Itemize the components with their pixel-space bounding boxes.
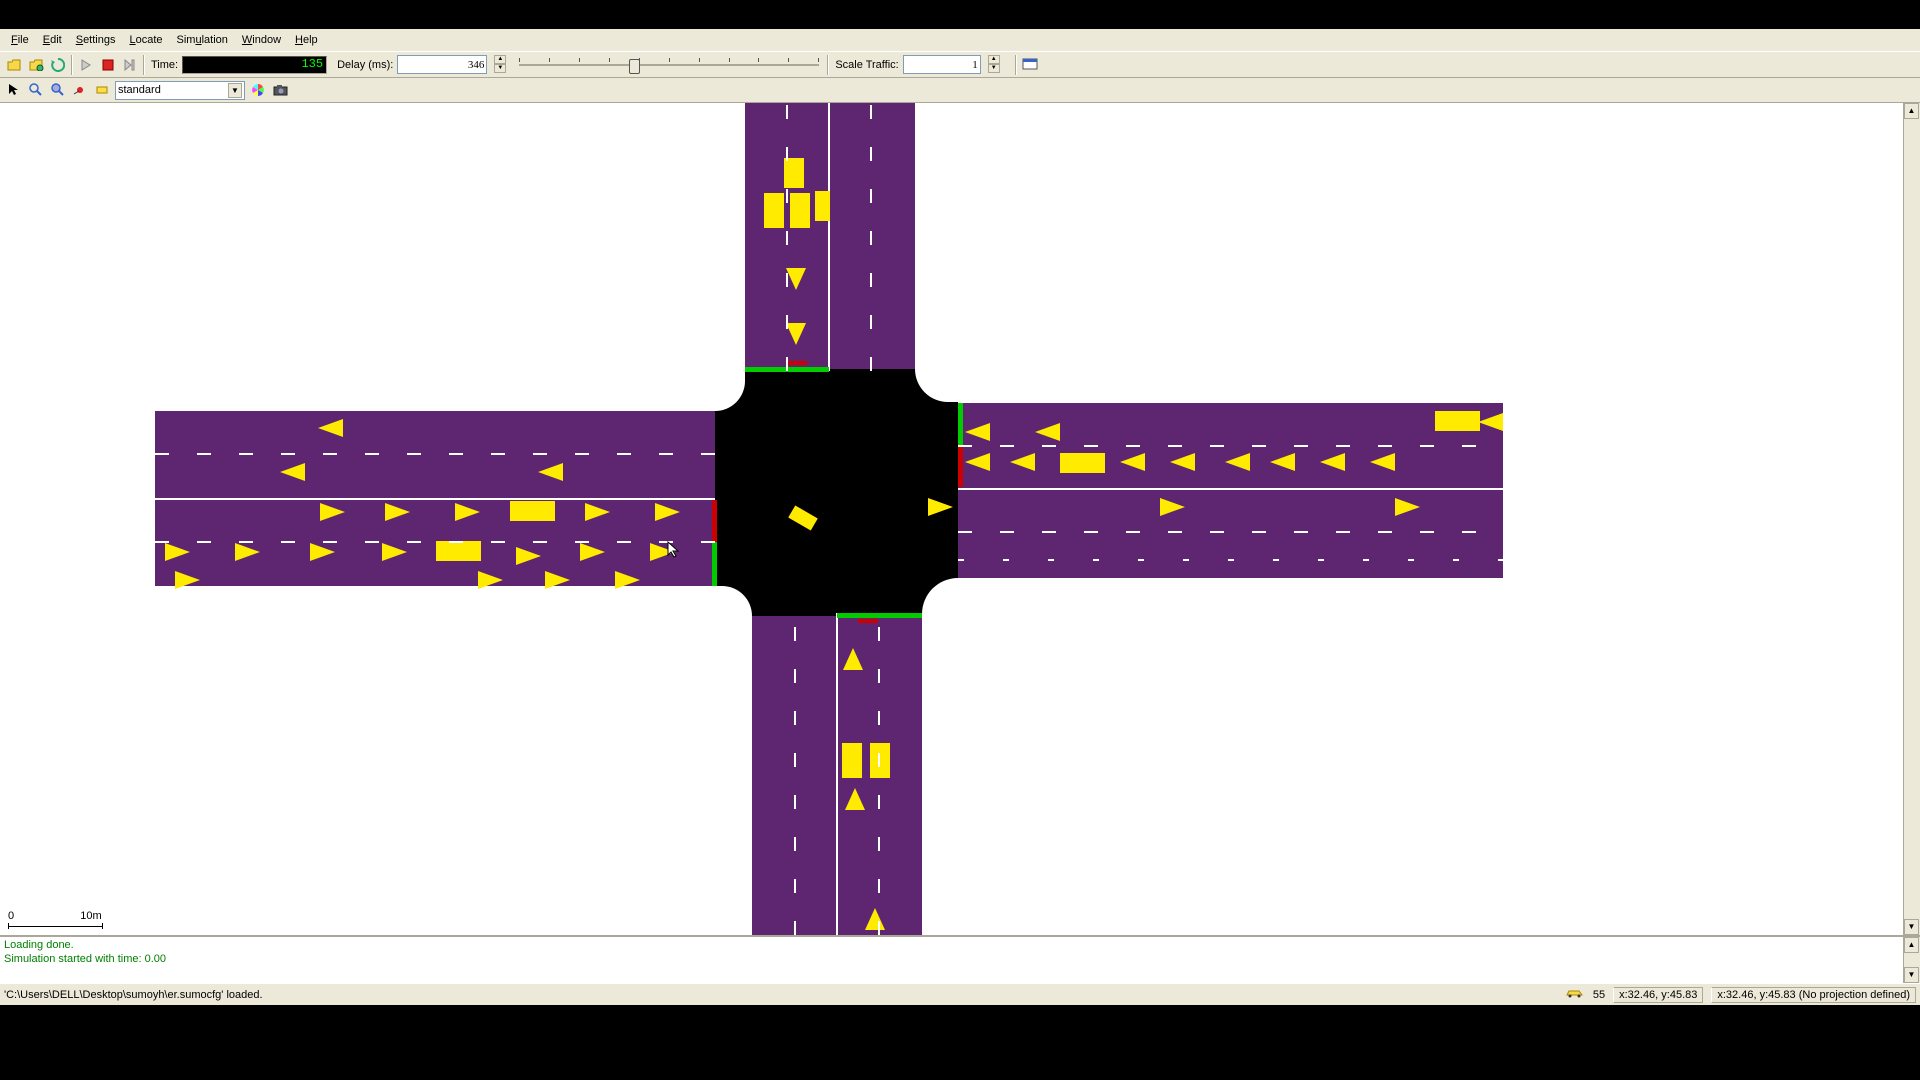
vehicle-icon	[1565, 988, 1585, 1001]
menu-help[interactable]: Help	[288, 32, 325, 48]
delay-label: Delay (ms):	[337, 59, 393, 71]
view-scheme-label: standard	[118, 84, 161, 96]
step-button[interactable]	[119, 54, 141, 76]
scale-up[interactable]: ▲	[988, 55, 1000, 64]
menu-window[interactable]: Window	[235, 32, 288, 48]
delay-down[interactable]: ▼	[494, 64, 506, 73]
time-display: 135	[182, 56, 327, 74]
vehicle-count: 55	[1593, 989, 1605, 1001]
scale-traffic-label: Scale Traffic:	[835, 59, 898, 71]
reload-button[interactable]	[47, 54, 69, 76]
coord1: x:32.46, y:45.83	[1613, 987, 1703, 1003]
delay-input[interactable]	[397, 55, 487, 74]
scale-right: 10m	[80, 910, 101, 922]
delay-slider[interactable]	[519, 54, 819, 76]
menu-locate[interactable]: Locate	[122, 32, 169, 48]
menu-edit[interactable]: Edit	[36, 32, 69, 48]
simulation-viewport[interactable]: 0 10m ▲ ▼	[0, 103, 1920, 935]
view-scheme-select[interactable]: standard ▼	[115, 81, 245, 100]
delay-up[interactable]: ▲	[494, 55, 506, 64]
open-button[interactable]	[3, 54, 25, 76]
log-line-2: Simulation started with time: 0.00	[4, 952, 1916, 966]
chevron-down-icon: ▼	[228, 83, 242, 98]
menu-simulation[interactable]: Simulation	[170, 32, 235, 48]
status-file: 'C:\Users\DELL\Desktop\sumoyh\er.sumocfg…	[0, 989, 1565, 1001]
scale-down[interactable]: ▼	[988, 64, 1000, 73]
pointer-tool[interactable]	[3, 79, 25, 101]
color-wheel-tool[interactable]	[247, 79, 269, 101]
menu-settings[interactable]: Settings	[69, 32, 123, 48]
view-button[interactable]	[1019, 54, 1041, 76]
vertical-scrollbar[interactable]: ▲ ▼	[1903, 103, 1920, 935]
menubar: File Edit Settings Locate Simulation Win…	[0, 29, 1920, 51]
zoom-fit-tool[interactable]	[47, 79, 69, 101]
menu-file[interactable]: File	[4, 32, 36, 48]
cursor-icon	[667, 541, 681, 562]
screenshot-tool[interactable]	[269, 79, 291, 101]
log-scrollbar[interactable]: ▲ ▼	[1903, 937, 1920, 983]
scale-left: 0	[8, 910, 14, 922]
toolbar-main: Time: 135 Delay (ms): ▲▼ Scale Traffic: …	[0, 51, 1920, 78]
coord2: x:32.46, y:45.83 (No projection defined)	[1711, 987, 1916, 1003]
zoom-tool[interactable]	[25, 79, 47, 101]
statusbar: 'C:\Users\DELL\Desktop\sumoyh\er.sumocfg…	[0, 983, 1920, 1005]
scale-bar: 0 10m	[8, 910, 103, 927]
log-line-1: Loading done.	[4, 938, 1916, 952]
open-network-button[interactable]	[25, 54, 47, 76]
log-area: Loading done. Simulation started with ti…	[0, 935, 1920, 983]
locate-junction-tool[interactable]	[69, 79, 91, 101]
locate-edge-tool[interactable]	[91, 79, 113, 101]
stop-button[interactable]	[97, 54, 119, 76]
slider-thumb[interactable]	[629, 59, 640, 74]
play-button[interactable]	[75, 54, 97, 76]
scale-traffic-input[interactable]	[903, 55, 981, 74]
time-label: Time:	[151, 59, 178, 71]
toolbar-view: standard ▼	[0, 78, 1920, 103]
